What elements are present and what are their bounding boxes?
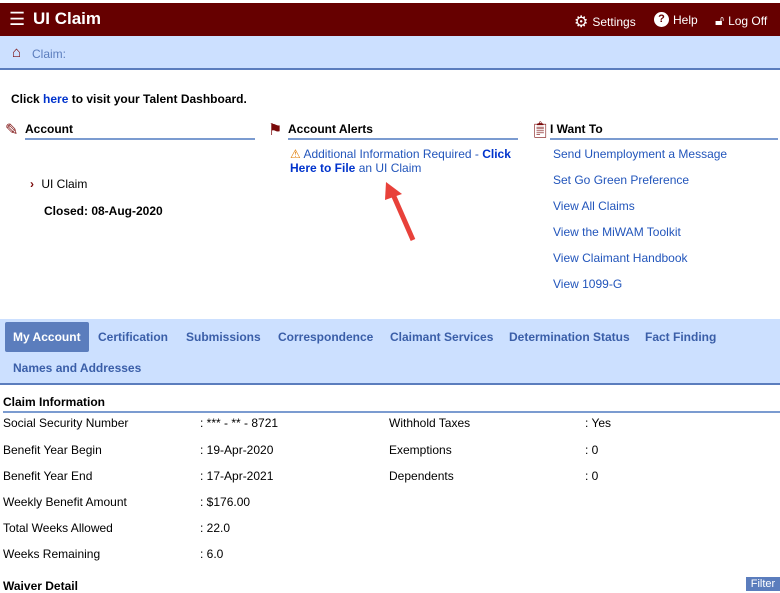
annotation-arrow-icon [385, 182, 416, 242]
gear-icon: ⚙ [574, 14, 589, 31]
talent-dashboard-link[interactable]: here [43, 92, 68, 106]
breadcrumb: ⌂ Claim: [0, 36, 780, 70]
i-want-to-heading: I Want To [550, 122, 778, 140]
account-ui-claim-link[interactable]: › UI Claim [30, 177, 87, 191]
help-icon: ? [654, 12, 669, 27]
lock-icon: 🔓︎ [715, 12, 725, 28]
tab-names-addresses[interactable]: Names and Addresses [13, 361, 141, 375]
tab-claimant-services[interactable]: Claimant Services [390, 330, 493, 344]
tab-correspondence[interactable]: Correspondence [278, 330, 373, 344]
want-link-all-claims[interactable]: View All Claims [553, 199, 635, 213]
claim-info-heading: Claim Information [3, 395, 780, 413]
app-header: ☰ UI Claim ⚙ Settings ? Help 🔓︎ Log Off [0, 3, 780, 36]
claim-closed-date: Closed: 08-Aug-2020 [44, 204, 163, 218]
want-link-1099g[interactable]: View 1099-G [553, 277, 622, 291]
want-link-go-green[interactable]: Set Go Green Preference [553, 173, 689, 187]
want-link-toolkit[interactable]: View the MiWAM Toolkit [553, 225, 681, 239]
want-link-handbook[interactable]: View Claimant Handbook [553, 251, 688, 265]
chevron-right-icon: › [30, 177, 34, 191]
logoff-button[interactable]: 🔓︎ Log Off [715, 12, 767, 29]
filter-button[interactable]: Filter [746, 577, 780, 591]
home-icon[interactable]: ⌂ [12, 44, 21, 61]
talent-dashboard-text: Click here to visit your Talent Dashboar… [11, 92, 247, 106]
warning-icon: ⚠ [290, 147, 301, 161]
flag-icon: ⚑ [268, 122, 283, 139]
tab-fact-finding[interactable]: Fact Finding [645, 330, 716, 344]
tab-determination-status[interactable]: Determination Status [509, 330, 630, 344]
app-title: UI Claim [33, 9, 102, 28]
tab-certification[interactable]: Certification [98, 330, 168, 344]
help-button[interactable]: ? Help [654, 12, 698, 27]
edit-icon: ✎ [5, 122, 19, 139]
account-heading: Account [25, 122, 255, 140]
clipboard-icon: 📋︎ [530, 122, 551, 139]
hamburger-menu-icon[interactable]: ☰ [9, 9, 25, 30]
tab-submissions[interactable]: Submissions [186, 330, 261, 344]
settings-button[interactable]: ⚙ Settings [574, 12, 636, 32]
alerts-heading: Account Alerts [288, 122, 518, 140]
want-link-message[interactable]: Send Unemployment a Message [553, 147, 727, 161]
tab-my-account[interactable]: My Account [5, 322, 89, 352]
alert-item[interactable]: ⚠ Additional Information Required - Clic… [290, 147, 515, 175]
breadcrumb-claim[interactable]: Claim: [32, 47, 66, 61]
tab-bar: My Account Certification Submissions Cor… [0, 319, 780, 385]
